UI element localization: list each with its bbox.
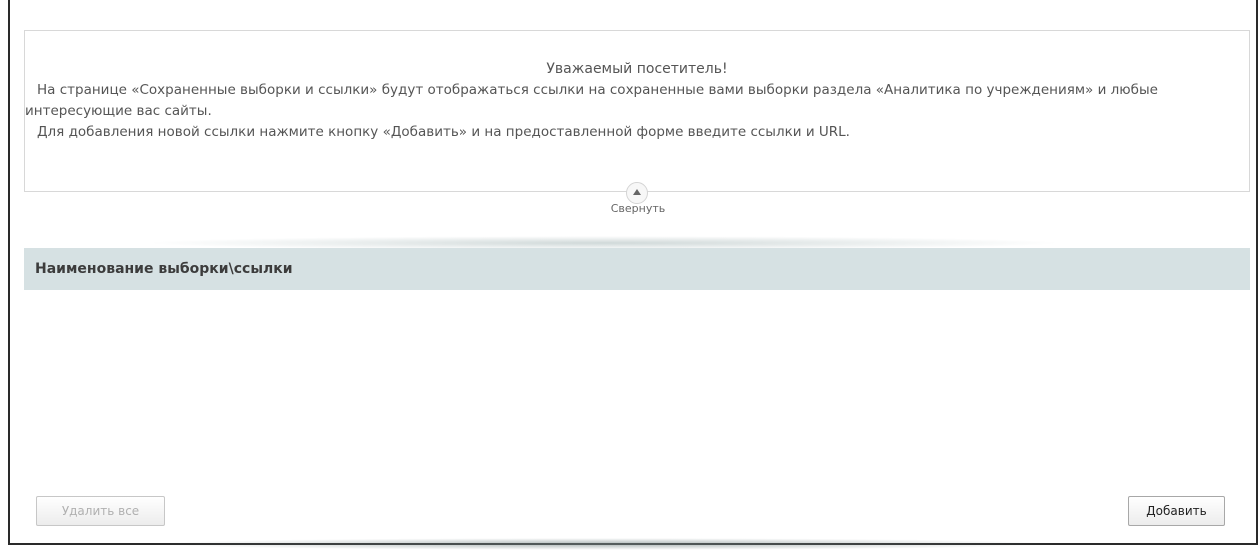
collapse-label[interactable]: Свернуть bbox=[600, 202, 676, 215]
chevron-up-icon bbox=[633, 189, 641, 195]
notice-box: Уважаемый посетитель! На странице «Сохра… bbox=[24, 30, 1250, 192]
notice-text: На странице «Сохраненные выборки и ссылк… bbox=[25, 80, 1241, 143]
notice-title: Уважаемый посетитель! bbox=[546, 61, 728, 77]
notice-paragraph-saved-links: На странице «Сохраненные выборки и ссылк… bbox=[25, 82, 1158, 119]
notice-paragraph-add-hint: Для добавления новой ссылки нажмите кноп… bbox=[37, 124, 850, 140]
bottom-shadow bbox=[144, 538, 1064, 550]
delete-all-button[interactable]: Удалить все bbox=[36, 496, 165, 526]
collapse-button[interactable] bbox=[626, 182, 648, 204]
main-panel: Уважаемый посетитель! На странице «Сохра… bbox=[8, 0, 1258, 550]
table-header: Наименование выборки\ссылки bbox=[24, 248, 1250, 290]
add-button[interactable]: Добавить bbox=[1128, 496, 1225, 526]
column-header-name: Наименование выборки\ссылки bbox=[35, 261, 293, 277]
